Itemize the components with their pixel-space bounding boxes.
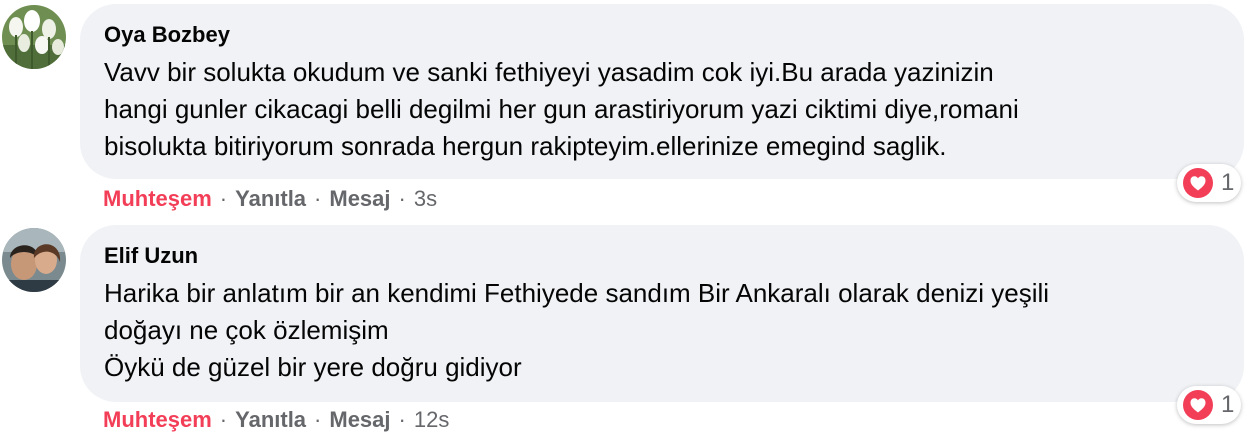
heart-icon (1183, 390, 1213, 420)
reaction-count: 1 (1221, 169, 1235, 196)
reply-button[interactable]: Yanıtla (235, 407, 306, 433)
reaction-button[interactable]: Muhteşem (103, 407, 212, 433)
comment-author[interactable]: Oya Bozbey (104, 22, 1220, 48)
separator: · (314, 407, 322, 432)
comment-timestamp[interactable]: 12s (414, 407, 449, 433)
separator: · (398, 186, 406, 211)
reaction-count-badge[interactable]: 1 (1177, 386, 1241, 424)
comment-author[interactable]: Elif Uzun (104, 243, 1220, 269)
comment-actions: Muhteşem · Yanıtla · Mesaj · 3s (103, 186, 437, 212)
reaction-count-badge[interactable]: 1 (1177, 164, 1241, 202)
comment-actions: Muhteşem · Yanıtla · Mesaj · 12s (103, 407, 449, 433)
avatar[interactable] (2, 5, 66, 69)
reaction-button[interactable]: Muhteşem (103, 186, 212, 212)
separator: · (398, 407, 406, 432)
comment-bubble: Elif Uzun Harika bir anlatım bir an kend… (80, 225, 1244, 402)
comment-bubble: Oya Bozbey Vavv bir solukta okudum ve sa… (80, 4, 1244, 179)
message-button[interactable]: Mesaj (329, 407, 390, 433)
separator: · (314, 186, 322, 211)
comment-text: Harika bir anlatım bir an kendimi Fethiy… (104, 278, 1050, 382)
reply-button[interactable]: Yanıtla (235, 186, 306, 212)
avatar[interactable] (2, 228, 66, 292)
heart-icon (1183, 168, 1213, 198)
message-button[interactable]: Mesaj (329, 186, 390, 212)
reaction-count: 1 (1221, 391, 1235, 418)
separator: · (219, 186, 228, 211)
comment-text: Vavv bir solukta okudum ve sanki fethiye… (104, 57, 1019, 161)
separator: · (219, 407, 228, 432)
comment-timestamp[interactable]: 3s (414, 186, 437, 212)
